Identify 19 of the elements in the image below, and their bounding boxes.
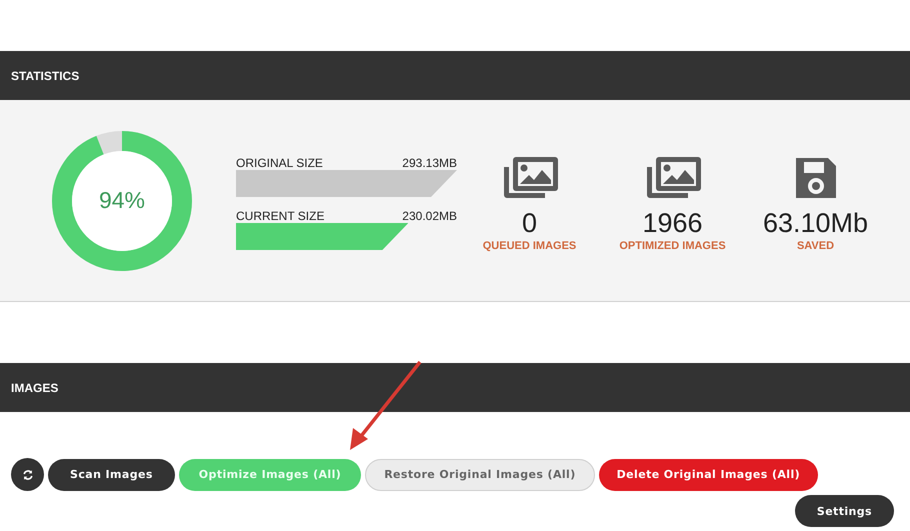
refresh-icon <box>22 468 34 480</box>
counter-value: 63.10Mb <box>762 208 868 238</box>
counter-value: 1966 <box>642 208 703 238</box>
settings-button[interactable]: Settings <box>794 495 894 527</box>
refresh-button[interactable] <box>11 458 44 491</box>
counter-label: SAVED <box>796 240 834 252</box>
delete-button[interactable]: Delete Original Images (All) <box>598 458 818 490</box>
scan-button[interactable]: Scan Images <box>48 458 175 490</box>
percent-label: 94% <box>98 186 146 214</box>
section-title: STATISTICS <box>11 68 80 82</box>
size-value: 293.13MB <box>402 156 457 170</box>
section-title: IMAGES <box>11 380 58 394</box>
size-label: CURRENT SIZE <box>236 209 324 223</box>
counter-label: QUEUED IMAGES <box>482 240 576 252</box>
size-label: ORIGINAL SIZE <box>236 156 323 170</box>
counter-value: 0 <box>522 208 538 238</box>
restore-button[interactable]: Restore Original Images (All) <box>365 458 595 490</box>
size-value: 230.02MB <box>402 209 457 223</box>
counter-label: OPTIMIZED IMAGES <box>619 240 726 252</box>
